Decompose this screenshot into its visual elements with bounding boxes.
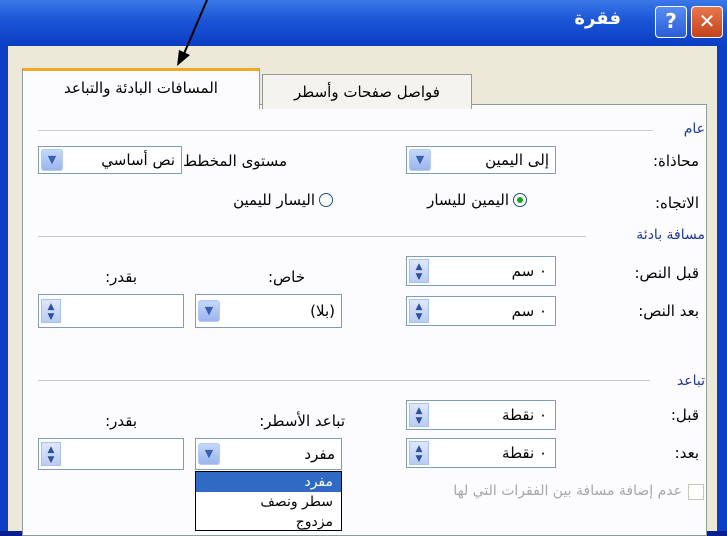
spacing-before-value: ٠ نقطة — [502, 406, 547, 424]
indentation-section-label: مسافة بادئة — [636, 227, 705, 243]
window-frame-right — [717, 46, 727, 531]
direction-ltr-label[interactable]: اليسار لليمين — [233, 191, 315, 209]
line-spacing-option[interactable]: مزدوج — [196, 512, 341, 532]
general-divider — [38, 130, 653, 131]
spacing-after-value: ٠ نقطة — [502, 444, 547, 462]
title-bar[interactable]: فقرة ? ✕ — [0, 0, 727, 46]
dont-add-space-checkbox[interactable] — [688, 484, 704, 500]
indent-before-value: ٠ سم — [511, 262, 547, 280]
annotation-arrow — [177, 0, 208, 66]
spacing-at-label: بقدر: — [105, 412, 137, 430]
line-spacing-label: تباعد الأسطر: — [259, 412, 345, 430]
chevron-down-icon[interactable]: ▼ — [198, 443, 220, 465]
special-indent-value: (بلا) — [310, 302, 335, 320]
dialog-title: فقرة — [574, 8, 621, 29]
chevron-down-icon[interactable]: ▼ — [198, 300, 220, 322]
line-spacing-list[interactable]: مفرد سطر ونصف مزدوج — [195, 471, 342, 531]
spin-arrows-icon[interactable]: ▲ ▼ — [41, 442, 61, 466]
spacing-after-label: بعد: — [674, 444, 699, 462]
indent-before-label: قبل النص: — [634, 264, 699, 282]
spacing-at-spinner[interactable]: ▲ ▼ — [38, 438, 184, 470]
indent-after-label: بعد النص: — [638, 302, 699, 320]
spacing-before-label: قبل: — [670, 406, 699, 424]
line-spacing-option[interactable]: مفرد — [196, 472, 341, 492]
spacing-after-spinner[interactable]: ٠ نقطة ▲ ▼ — [406, 438, 556, 468]
chevron-down-icon[interactable]: ▼ — [41, 149, 63, 171]
general-section-label: عام — [683, 121, 705, 137]
dont-add-space-label[interactable]: عدم إضافة مسافة بين الفقرات التي لها — [453, 483, 682, 499]
window-frame-left — [0, 46, 8, 531]
outline-level-value: نص أساسي — [101, 151, 175, 169]
direction-label: الاتجاه: — [654, 194, 699, 212]
tab-indents-spacing[interactable]: المسافات البادئة والتباعد — [22, 68, 260, 109]
spin-arrows-icon[interactable]: ▲ ▼ — [409, 259, 429, 283]
spin-arrows-icon[interactable]: ▲ ▼ — [409, 441, 429, 465]
alignment-value: إلى اليمين — [485, 151, 549, 169]
alignment-label: محاذاة: — [652, 152, 699, 170]
close-button[interactable]: ✕ — [691, 6, 723, 38]
direction-rtl-label[interactable]: اليمين لليسار — [427, 191, 509, 209]
alignment-dropdown[interactable]: إلى اليمين ▼ — [406, 146, 556, 174]
tab-line-page-breaks[interactable]: فواصل صفحات وأسطر — [262, 74, 472, 109]
spin-arrows-icon[interactable]: ▲ ▼ — [41, 299, 61, 323]
indent-after-spinner[interactable]: ٠ سم ▲ ▼ — [406, 296, 556, 326]
direction-ltr-radio[interactable] — [319, 193, 333, 207]
chevron-down-icon[interactable]: ▼ — [409, 149, 431, 171]
indent-by-label: بقدر: — [105, 268, 137, 286]
paragraph-dialog: فقرة ? ✕ فواصل صفحات وأسطر المسافات البا… — [0, 0, 727, 536]
indent-after-value: ٠ سم — [511, 302, 547, 320]
outline-level-dropdown[interactable]: نص أساسي ▼ — [38, 146, 182, 174]
indent-before-spinner[interactable]: ٠ سم ▲ ▼ — [406, 256, 556, 286]
spacing-section-label: تباعد — [676, 373, 705, 389]
indent-by-spinner[interactable]: ▲ ▼ — [38, 294, 184, 328]
special-indent-dropdown[interactable]: (بلا) ▼ — [195, 294, 342, 328]
line-spacing-value: مفرد — [304, 445, 335, 463]
outline-level-label: مستوى المخطط: — [178, 152, 287, 170]
spacing-divider — [38, 380, 650, 381]
spacing-before-spinner[interactable]: ٠ نقطة ▲ ▼ — [406, 400, 556, 430]
help-button[interactable]: ? — [655, 6, 687, 38]
direction-rtl-radio[interactable] — [513, 193, 527, 207]
indentation-divider — [38, 236, 586, 237]
spin-arrows-icon[interactable]: ▲ ▼ — [409, 403, 429, 427]
line-spacing-option[interactable]: سطر ونصف — [196, 492, 341, 512]
line-spacing-dropdown[interactable]: مفرد ▼ — [195, 438, 342, 470]
spin-arrows-icon[interactable]: ▲ ▼ — [409, 299, 429, 323]
special-indent-label: خاص: — [267, 268, 305, 286]
